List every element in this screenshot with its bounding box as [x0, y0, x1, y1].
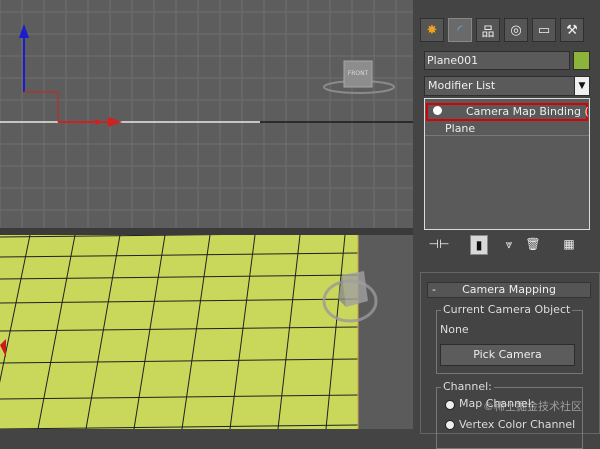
viewport-perspective[interactable]	[0, 235, 413, 429]
utilities-icon[interactable]: ⚒	[560, 18, 584, 42]
gizmo-z-arrow	[19, 24, 29, 38]
vertex-color-channel-label: Vertex Color Channel	[459, 418, 576, 431]
viewport-front-grid	[0, 0, 413, 228]
modifier-list-dropdown[interactable]: Modifier List ▼	[424, 76, 590, 96]
channel-label: Channel:	[441, 380, 494, 393]
display-icon[interactable]: ▭	[532, 18, 556, 42]
light-bulb-icon[interactable]	[433, 106, 442, 115]
viewcube-label: FRONT	[348, 70, 369, 77]
watermark: ©稀土掘金技术社区	[483, 400, 582, 413]
pin-stack-icon[interactable]: ⊣⊢	[429, 235, 450, 253]
remove-modifier-icon[interactable]: 🗑	[525, 235, 540, 253]
hierarchy-icon[interactable]: 品	[476, 18, 500, 42]
current-camera-group: Current Camera Object None Pick Camera	[436, 303, 583, 374]
create-icon[interactable]: ✸	[420, 18, 444, 42]
stack-item-label: Camera Map Binding (WS	[466, 105, 589, 118]
viewcube[interactable]: FRONT	[322, 55, 396, 97]
viewport-separator	[0, 228, 413, 235]
collapse-icon[interactable]: -	[432, 283, 436, 297]
plane-object	[0, 235, 358, 429]
map-channel-radio[interactable]	[445, 400, 455, 410]
make-unique-icon[interactable]: ⩔	[500, 235, 518, 253]
command-panel-tabs: ✸ ◜ 品 ◎ ▭ ⚒	[416, 14, 600, 44]
object-color-swatch[interactable]	[573, 51, 590, 70]
modifier-stack[interactable]: Camera Map Binding (WS Plane	[424, 98, 590, 230]
perspective-scene	[0, 235, 413, 429]
modify-icon[interactable]: ◜	[448, 18, 472, 42]
viewport-front[interactable]: FRONT	[0, 0, 413, 228]
motion-icon[interactable]: ◎	[504, 18, 528, 42]
gizmo-x-arrow	[108, 117, 122, 127]
viewcube-perspective[interactable]	[320, 267, 380, 327]
rollout-header[interactable]: - Camera Mapping	[427, 282, 591, 298]
modifier-list-label: Modifier List	[428, 79, 496, 92]
stack-item-camera-map-binding[interactable]: Camera Map Binding (WS	[426, 103, 589, 121]
current-camera-value: None	[440, 323, 469, 336]
channel-group: Channel: Map Channel: Vertex Color Chann…	[436, 380, 583, 449]
object-name-field[interactable]: Plane001	[424, 51, 570, 70]
pick-camera-button[interactable]: Pick Camera	[440, 344, 575, 366]
show-end-result-icon[interactable]: ▮	[470, 235, 488, 255]
stack-item-label: Plane	[445, 122, 476, 135]
command-panel: ✸ ◜ 品 ◎ ▭ ⚒ Plane001 Modifier List ▼ Cam…	[416, 0, 600, 449]
chevron-down-icon[interactable]: ▼	[574, 77, 589, 95]
rollout-title: Camera Mapping	[462, 283, 556, 296]
current-camera-label: Current Camera Object	[441, 303, 573, 316]
configure-modifier-sets-icon[interactable]: ▦	[560, 235, 578, 253]
stack-toolbar: ⊣⊢ ▮ ⩔ 🗑 ▦	[416, 235, 600, 255]
